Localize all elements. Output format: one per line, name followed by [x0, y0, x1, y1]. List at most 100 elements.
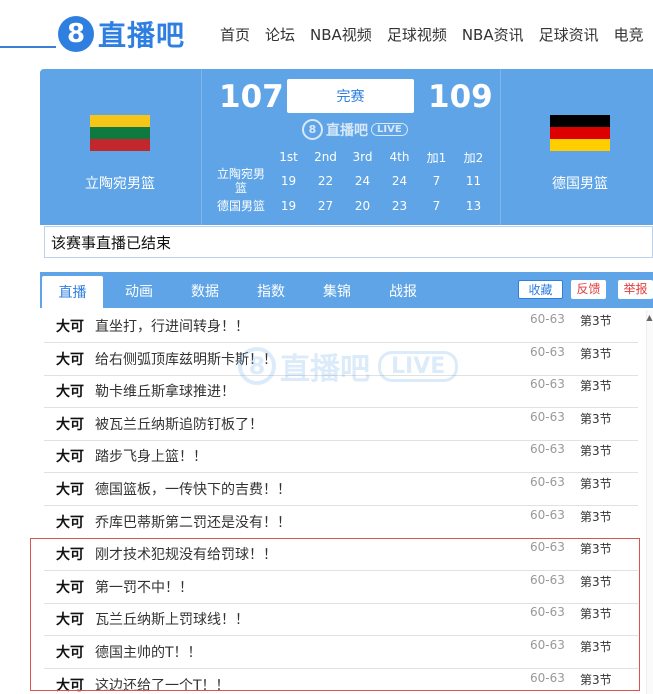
- feed-message: 乔库巴蒂斯第二罚还是没有！！: [95, 514, 291, 531]
- feed-period: 第3节: [580, 444, 612, 459]
- tab-highlights[interactable]: 集锦: [305, 272, 369, 308]
- away-quarter-score: 19: [280, 199, 297, 213]
- favorite-button[interactable]: 收藏: [518, 280, 563, 299]
- feed-score: 60-63: [530, 312, 565, 326]
- feed-row: 大可 给右侧弧顶库兹明斯卡斯！！ 60-63 第3节: [44, 343, 638, 376]
- tab-report[interactable]: 战报: [371, 272, 435, 308]
- feed-author: 大可: [56, 547, 84, 564]
- home-score: 107: [219, 79, 284, 115]
- feed-row: 大可 乔库巴蒂斯第二罚还是没有！！ 60-63 第3节: [44, 506, 638, 539]
- feed-row: 大可 第一罚不中！！ 60-63 第3节: [44, 571, 638, 604]
- home-team-name: 立陶宛男篮: [85, 176, 155, 192]
- feed-score: 60-63: [530, 670, 565, 685]
- feed-score: 60-63: [530, 475, 565, 489]
- away-quarter-score: 27: [317, 199, 334, 213]
- feed-row: 大可 直坐打，行进间转身！！ 60-63 第3节: [44, 310, 638, 343]
- live-badge: LIVE: [371, 123, 408, 136]
- home-quarter-score: 19: [280, 174, 297, 188]
- quarter-header: 4th: [389, 150, 410, 164]
- live-logo: 8 直播吧 LIVE: [302, 119, 408, 140]
- home-quarter-score: 24: [391, 174, 408, 188]
- flag-stripe: [90, 127, 150, 139]
- feed-row: 大可 被瓦兰丘纳斯追防钉板了！ 60-63 第3节: [44, 408, 638, 441]
- feed-period: 第3节: [580, 346, 612, 361]
- feed-message: 踏步飞身上篮！！: [95, 449, 207, 466]
- live-feed-list[interactable]: 大可 直坐打，行进间转身！！ 60-63 第3节 大可 给右侧弧顶库兹明斯卡斯！！ 60-6…: [44, 310, 653, 694]
- feed-author: 大可: [56, 319, 84, 335]
- live-logo-text: 直播吧: [326, 122, 368, 139]
- feed-message: 瓦兰丘纳斯上罚球线！！: [95, 612, 249, 629]
- tab-data[interactable]: 数据: [173, 272, 237, 308]
- quarter-header: 2nd: [314, 150, 337, 164]
- feed-scrollbar[interactable]: [646, 310, 653, 694]
- feed-author: 大可: [56, 416, 84, 433]
- away-quarter-score: 20: [354, 199, 371, 213]
- logo-mark-icon: 8: [58, 16, 94, 52]
- feed-score: 60-63: [530, 344, 565, 359]
- feed-period: 第3节: [580, 509, 612, 524]
- flag-stripe: [550, 127, 610, 139]
- away-quarter-score: 23: [391, 199, 408, 213]
- quarter-header: 加2: [463, 150, 484, 165]
- quarter-header: 加1: [426, 150, 447, 165]
- away-quarter-score: 7: [432, 199, 441, 213]
- feed-score: 60-63: [530, 507, 565, 522]
- flag-stripe: [550, 139, 610, 151]
- match-status-button[interactable]: 完赛: [287, 79, 414, 113]
- away-quarter-score: 13: [465, 199, 482, 213]
- nav-item-nba-video[interactable]: NBA视频: [310, 24, 372, 45]
- nav-item-esports[interactable]: 电竞: [614, 24, 644, 45]
- scroll-up-arrow-icon[interactable]: ▲: [646, 313, 653, 322]
- quarter-header: 3rd: [352, 150, 373, 164]
- away-team[interactable]: 德国男篮: [500, 69, 653, 225]
- feed-message: 德国篮板，一传快下的吉费！！: [95, 482, 291, 498]
- feed-period: 第3节: [580, 379, 612, 394]
- feed-row: 大可 踏步飞身上篮！！ 60-63 第3节: [44, 440, 638, 474]
- main-nav: 首页 论坛 NBA视频 足球视频 NBA资讯 足球资讯 电竞: [220, 24, 653, 45]
- nav-item-football-news[interactable]: 足球资讯: [539, 24, 599, 45]
- home-row-label: 立陶宛男篮: [216, 167, 265, 195]
- site-logo[interactable]: 8 直播吧: [58, 14, 185, 54]
- germany-flag-icon: [550, 115, 610, 151]
- flag-stripe: [550, 115, 610, 127]
- feed-message: 这边还给了一个T！！: [95, 677, 230, 694]
- feed-score: 60-63: [530, 409, 565, 424]
- tab-bar: 直播 动画 数据 指数 集锦 战报 收藏 反馈 举报: [40, 272, 653, 308]
- header-accent-line: [0, 46, 56, 48]
- feed-author: 大可: [56, 384, 84, 401]
- home-quarter-score: 22: [317, 174, 334, 188]
- nav-item-home[interactable]: 首页: [220, 24, 250, 45]
- feed-score: 60-63: [530, 572, 565, 587]
- feed-period: 第3节: [580, 640, 612, 654]
- top-navigation: 8 直播吧 首页 论坛 NBA视频 足球视频 NBA资讯 足球资讯 电竞: [0, 0, 653, 62]
- feed-author: 大可: [56, 482, 84, 498]
- feed-period: 第3节: [580, 574, 612, 589]
- home-quarter-score: 11: [465, 174, 482, 188]
- nav-item-nba-news[interactable]: NBA资讯: [462, 24, 524, 45]
- feed-score: 60-63: [530, 540, 565, 555]
- feed-period: 第3节: [580, 672, 612, 687]
- nav-item-forum[interactable]: 论坛: [265, 24, 295, 45]
- feed-period: 第3节: [580, 314, 612, 328]
- feedback-button[interactable]: 反馈: [571, 280, 606, 299]
- home-team[interactable]: 立陶宛男篮: [40, 69, 200, 225]
- nav-item-football-video[interactable]: 足球视频: [387, 24, 447, 45]
- score-center: 107 完赛 109 8 直播吧 LIVE 1st 2nd 3rd 4th 加1…: [201, 69, 501, 225]
- quarter-header: 1st: [279, 150, 298, 164]
- quarter-scores-table: 1st 2nd 3rd 4th 加1 加2 立陶宛男篮 19 22 24 24 …: [212, 147, 492, 217]
- feed-message: 直坐打，行进间转身！！: [95, 319, 249, 335]
- feed-period: 第3节: [580, 411, 612, 426]
- tab-animation[interactable]: 动画: [107, 272, 171, 308]
- away-team-name: 德国男篮: [552, 176, 608, 192]
- feed-period: 第3节: [580, 607, 612, 622]
- tab-odds[interactable]: 指数: [239, 272, 303, 308]
- tab-live[interactable]: 直播: [42, 276, 103, 308]
- feed-row: 大可 刚才技术犯规没有给罚球！！ 60-63 第3节: [44, 538, 638, 572]
- feed-author: 大可: [56, 514, 84, 531]
- feed-author: 大可: [56, 449, 84, 466]
- scoreboard-panel: 立陶宛男篮 107 完赛 109 8 直播吧 LIVE 1st 2nd 3rd …: [40, 69, 653, 225]
- flag-stripe: [90, 115, 150, 127]
- feed-row: 大可 瓦兰丘纳斯上罚球线！！ 60-63 第3节: [44, 603, 638, 637]
- away-score: 109: [428, 79, 493, 115]
- report-button[interactable]: 举报: [618, 280, 653, 299]
